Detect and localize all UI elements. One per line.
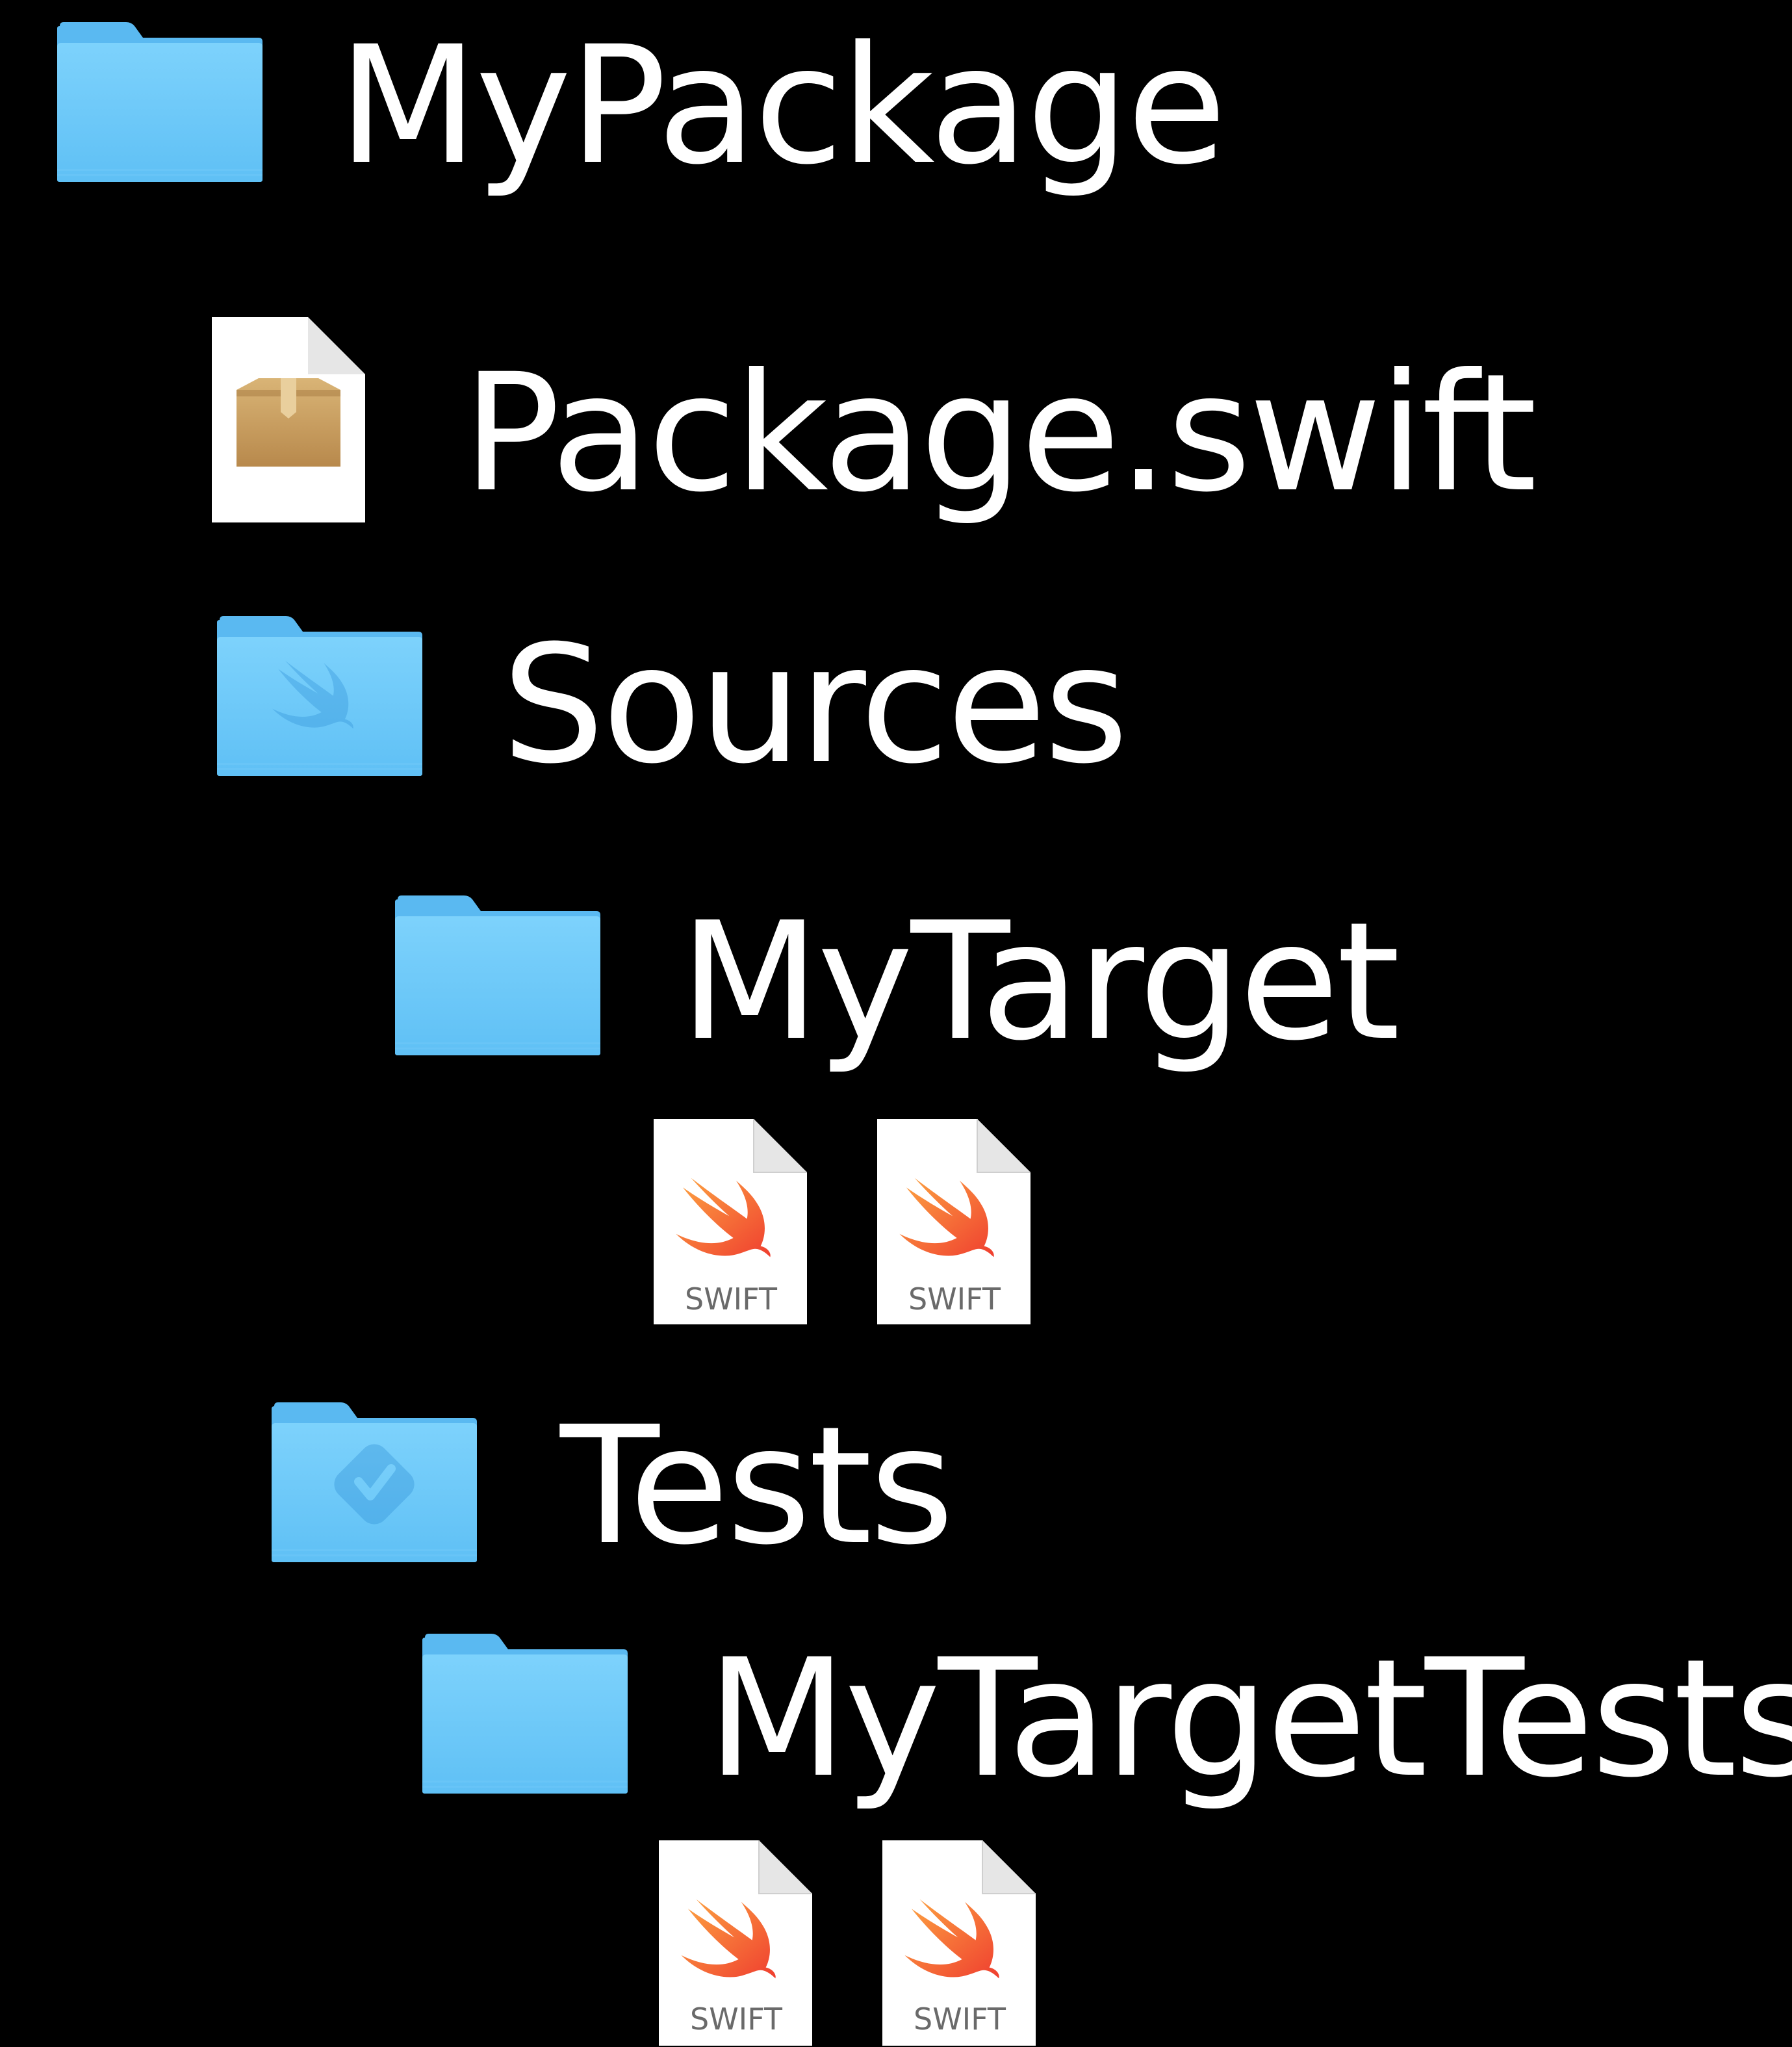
swift-file-badge: SWIFT — [914, 2002, 1006, 2037]
swift-sources-folder-icon — [216, 615, 424, 777]
tree-node-label: Tests — [560, 1391, 954, 1580]
swift-file-badge: SWIFT — [690, 2002, 782, 2037]
swift-file-badge: SWIFT — [908, 1281, 1001, 1317]
folder-icon — [56, 21, 264, 183]
folder-icon — [421, 1632, 629, 1795]
folder-icon — [394, 894, 602, 1057]
tree-node-label: MyTargetTests — [707, 1624, 1792, 1813]
swift-file-badge: SWIFT — [685, 1281, 777, 1317]
package-manifest-file-icon — [209, 316, 368, 524]
tree-node-label: Package.swift — [463, 339, 1537, 528]
tree-node-label: Sources — [502, 610, 1129, 799]
tree-node-label: MyTarget — [680, 887, 1400, 1076]
tests-folder-icon — [270, 1401, 478, 1564]
tree-node-label: MyPackage — [338, 11, 1227, 200]
